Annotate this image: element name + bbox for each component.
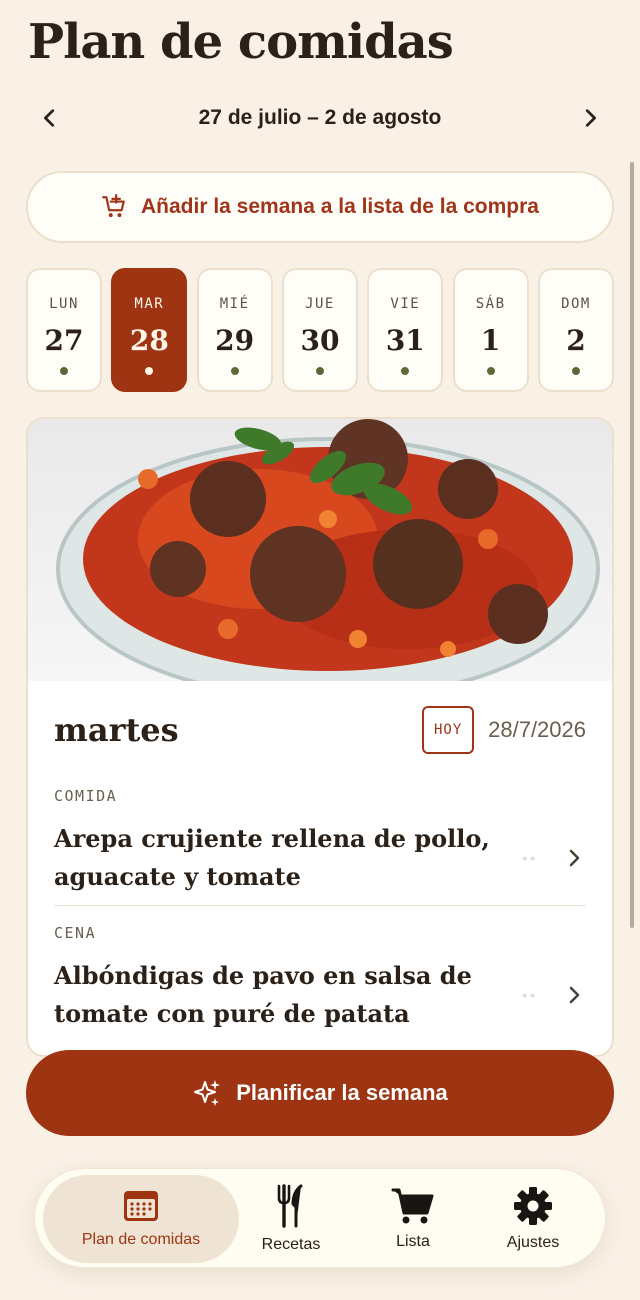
tab-label: Plan de comidas	[81, 1231, 201, 1248]
tab-settings[interactable]: Ajustes	[477, 1175, 589, 1263]
day-number: 28	[129, 324, 169, 357]
day-number: 31	[385, 324, 425, 357]
planned-dot	[145, 367, 154, 375]
day-abbr: JUE	[305, 296, 335, 312]
plan-week-button[interactable]: Planificar la semana	[26, 1050, 614, 1136]
planned-dot	[571, 367, 580, 375]
day-mar[interactable]: MAR 28	[111, 268, 188, 392]
day-abbr: LUN	[49, 296, 79, 312]
day-mie[interactable]: MIÉ 29	[196, 268, 273, 392]
planned-dot	[401, 367, 410, 375]
scrollbar[interactable]	[630, 162, 634, 928]
bottom-tab-bar: Plan de comidas Recetas Lista Ajustes	[34, 1168, 606, 1268]
planned-dot	[486, 367, 495, 375]
utensils-icon	[277, 1184, 303, 1228]
chevron-right-icon	[569, 986, 580, 1004]
selected-date: 28/7/2026	[488, 717, 586, 742]
drag-handle-icon[interactable]: ••	[522, 850, 538, 866]
tab-meal-plan[interactable]: Plan de comidas	[43, 1175, 239, 1263]
tab-recipes[interactable]: Recetas	[235, 1175, 347, 1263]
add-week-to-shopping-list-button[interactable]: Añadir la semana a la lista de la compra	[26, 171, 614, 243]
day-jue[interactable]: JUE 30	[281, 268, 358, 392]
tab-list[interactable]: Lista	[357, 1175, 469, 1263]
sparkles-icon	[194, 1080, 221, 1106]
day-sab[interactable]: SÁB 1	[452, 268, 529, 392]
meal-divider	[54, 905, 586, 906]
day-abbr: MAR	[134, 296, 165, 312]
meal-label-lunch: COMIDA	[54, 787, 118, 805]
week-range: 27 de julio – 2 de agosto	[198, 106, 442, 129]
cart-icon	[391, 1188, 434, 1224]
planned-dot	[315, 367, 324, 375]
day-abbr: DOM	[561, 296, 591, 312]
meal-photo	[28, 419, 612, 681]
previous-week-button[interactable]	[28, 96, 72, 140]
meal-row-lunch[interactable]: Arepa crujiente rellena de pollo, aguaca…	[54, 815, 586, 901]
drag-handle-icon[interactable]: ••	[522, 987, 538, 1003]
selected-day-name: martes	[54, 711, 179, 749]
chevron-left-icon	[44, 109, 55, 127]
day-number: 2	[566, 324, 586, 357]
meal-label-dinner: CENA	[54, 924, 97, 942]
meal-title: Arepa crujiente rellena de pollo, aguaca…	[54, 824, 490, 891]
chevron-right-icon	[585, 109, 596, 127]
planned-dot	[60, 367, 68, 375]
today-badge: HOY	[422, 706, 475, 754]
planned-dot	[230, 367, 239, 375]
tab-label: Ajustes	[506, 1234, 560, 1251]
plan-week-label: Planificar la semana	[236, 1080, 448, 1105]
meal-row-dinner[interactable]: Albóndigas de pavo en salsa de tomate co…	[54, 952, 586, 1038]
cart-plus-icon	[102, 194, 125, 218]
card-header: martes HOY 28/7/2026	[54, 705, 586, 755]
week-navigation: 27 de julio – 2 de agosto	[28, 96, 612, 140]
day-number: 30	[300, 324, 340, 357]
tab-label: Recetas	[261, 1236, 321, 1253]
tab-label: Lista	[396, 1233, 430, 1250]
next-week-button[interactable]	[568, 96, 612, 140]
page-title: Plan de comidas	[28, 14, 454, 70]
day-abbr: VIE	[390, 296, 421, 312]
add-week-label: Añadir la semana a la lista de la compra	[140, 195, 539, 218]
gear-icon	[514, 1187, 552, 1225]
day-vie[interactable]: VIE 31	[367, 268, 444, 392]
date-info: HOY 28/7/2026	[422, 706, 586, 754]
calendar-icon	[124, 1191, 158, 1221]
day-abbr: MIÉ	[219, 296, 250, 312]
meal-title: Albóndigas de pavo en salsa de tomate co…	[54, 961, 472, 1028]
chevron-right-icon	[569, 849, 580, 867]
day-selector: LUN 27 MAR 28 MIÉ 29 JUE 30 VIE 31 SÁB 1…	[26, 268, 614, 392]
day-number: 27	[44, 324, 84, 357]
day-number: 29	[215, 324, 255, 357]
day-lun[interactable]: LUN 27	[26, 268, 102, 392]
day-dom[interactable]: DOM 2	[537, 268, 614, 392]
day-number: 1	[480, 324, 501, 357]
day-abbr: SÁB	[475, 296, 506, 312]
day-meal-card: martes HOY 28/7/2026 COMIDA Arepa crujie…	[26, 417, 614, 1057]
